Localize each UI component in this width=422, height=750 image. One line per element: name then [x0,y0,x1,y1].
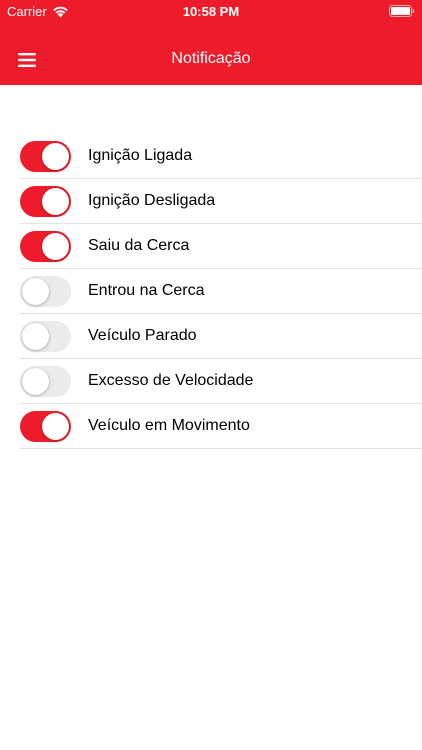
status-time: 10:58 PM [182,4,240,19]
notification-label: Veículo em Movimento [88,417,250,434]
notification-label: Saiu da Cerca [88,237,190,254]
entered-fence-toggle[interactable] [20,275,71,307]
toggle-knob [22,322,49,350]
notification-label: Ignição Ligada [88,147,193,164]
toggle-knob [22,367,49,395]
toggle-knob [42,412,69,440]
notification-row-left-fence: Saiu da Cerca [20,224,422,269]
notification-settings-list: Ignição Ligada Ignição Desligada Saiu da… [20,134,422,449]
page-title: Notificação [171,50,251,67]
notification-label: Ignição Desligada [88,192,216,209]
notification-row-vehicle-stopped: Veículo Parado [20,314,422,359]
notification-label: Veículo Parado [88,327,197,344]
notification-row-vehicle-moving: Veículo em Movimento [20,404,422,449]
ignition-on-toggle[interactable] [20,140,71,172]
toggle-knob [42,232,69,260]
left-fence-toggle[interactable] [20,230,71,262]
battery-icon [389,5,415,17]
notification-row-speeding: Excesso de Velocidade [20,359,422,404]
notification-row-ignition-off: Ignição Desligada [20,179,422,224]
ignition-off-toggle[interactable] [20,185,71,217]
toggle-knob [42,142,69,170]
notification-label: Entrou na Cerca [88,282,205,299]
toggle-knob [22,277,49,305]
speeding-toggle[interactable] [20,365,71,397]
notification-label: Excesso de Velocidade [88,372,254,389]
app-screen: Carrier 10:58 PM Notificação Ignição Lig… [0,0,422,750]
notification-row-entered-fence: Entrou na Cerca [20,269,422,314]
vehicle-moving-toggle[interactable] [20,410,71,442]
navigation-bar: Notificação [0,36,422,84]
status-bar: Carrier 10:58 PM [0,0,422,24]
vehicle-stopped-toggle[interactable] [20,320,71,352]
toggle-knob [42,187,69,215]
header: Carrier 10:58 PM Notificação [0,0,422,85]
notification-row-ignition-on: Ignição Ligada [20,134,422,179]
